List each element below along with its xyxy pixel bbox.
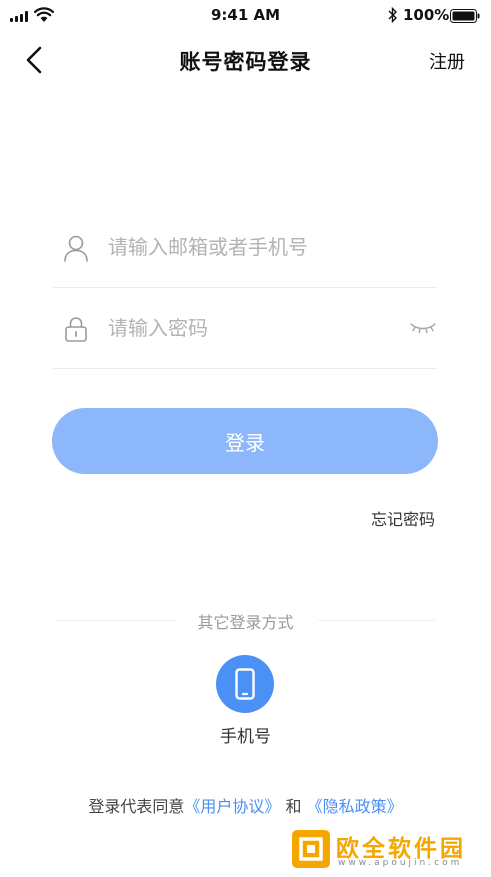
other-login-title: 其它登录方式 (197, 613, 294, 632)
phone-login-label: 手机号 (220, 727, 271, 747)
register-button[interactable]: 注册 (429, 48, 465, 74)
user-agreement-link[interactable]: 《用户协议》 (184, 797, 280, 816)
account-input[interactable] (108, 228, 408, 266)
bluetooth-icon (388, 7, 397, 23)
agreement-text: 登录代表同意《用户协议》 和 《隐私政策》 (0, 793, 491, 817)
eye-closed-icon[interactable] (409, 319, 437, 337)
status-bar: 9:41 AM 100% (0, 0, 491, 32)
password-input[interactable] (108, 309, 408, 347)
lock-icon (65, 317, 87, 342)
login-button[interactable]: 登录 (52, 408, 438, 474)
agreement-prefix: 登录代表同意 (88, 797, 185, 816)
agreement-and: 和 (280, 797, 307, 816)
smartphone-icon (235, 668, 255, 700)
watermark-url: www.apoujin.com (338, 858, 463, 868)
phone-login-button[interactable] (216, 655, 274, 713)
account-field (53, 208, 437, 288)
battery-percent: 100% (403, 6, 450, 24)
user-icon (64, 235, 88, 262)
forgot-password-link[interactable]: 忘记密码 (371, 506, 435, 530)
password-field (53, 289, 437, 369)
watermark: 欧全软件园 www.apoujin.com (288, 826, 486, 872)
page-title: 账号密码登录 (179, 50, 312, 74)
watermark-logo-icon (292, 830, 330, 868)
divider-right (318, 620, 436, 621)
battery-icon (450, 9, 480, 23)
privacy-policy-link[interactable]: 《隐私政策》 (307, 797, 403, 816)
